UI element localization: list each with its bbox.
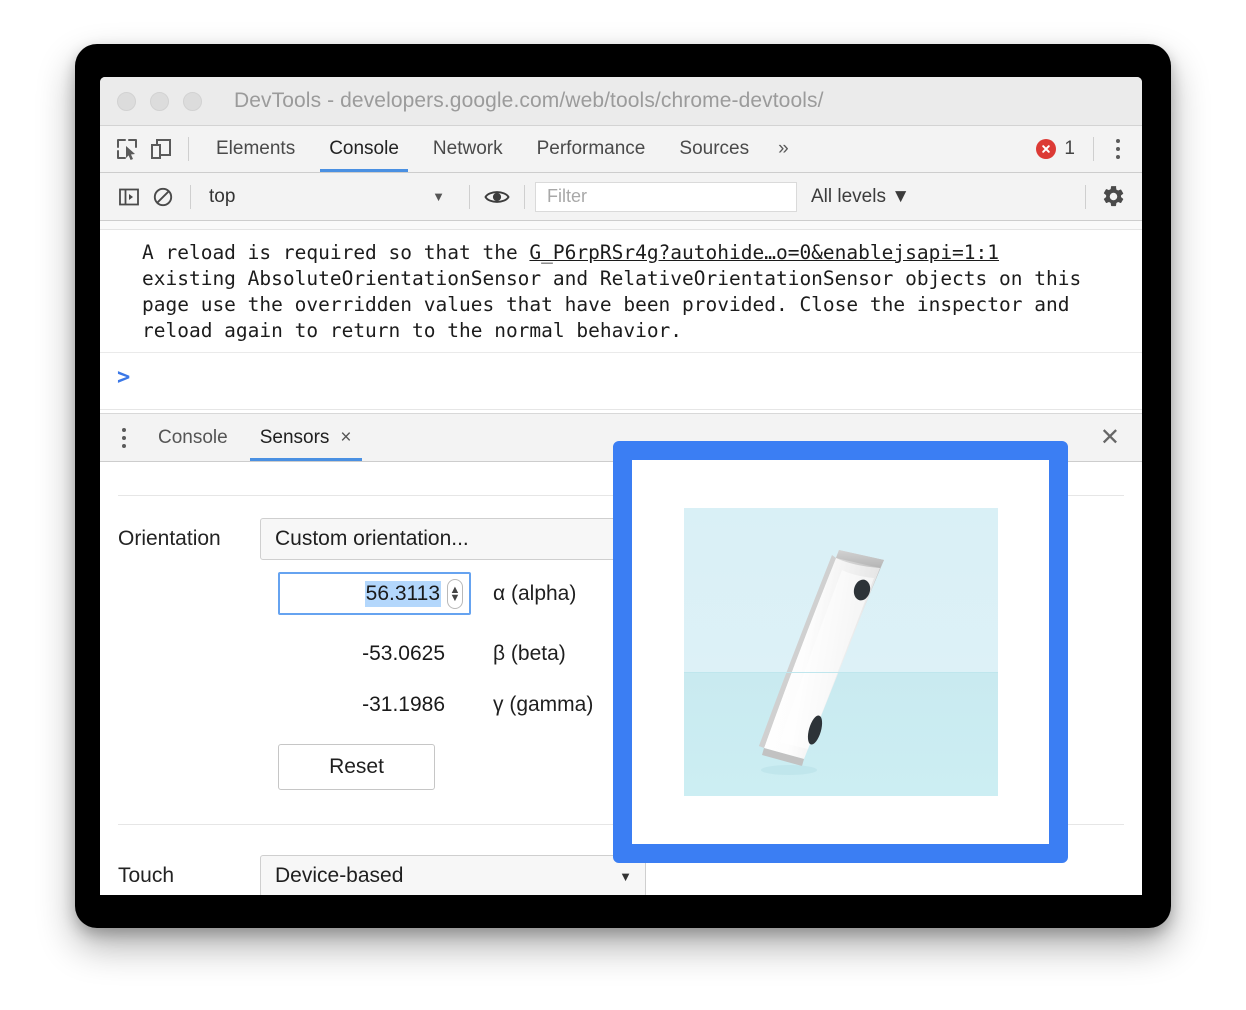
minimize-window-button[interactable] xyxy=(150,91,169,111)
drawer-tab-sensors[interactable]: Sensors × xyxy=(244,414,368,461)
live-expression-icon[interactable] xyxy=(480,180,514,214)
console-toolbar-divider-1 xyxy=(190,184,191,209)
log-level-select[interactable]: All levels ▼ xyxy=(811,186,910,208)
window-title: DevTools - developers.google.com/web/too… xyxy=(234,89,824,112)
more-tabs-button[interactable]: » xyxy=(766,126,801,172)
tab-console-label: Console xyxy=(329,138,399,159)
gamma-label: γ (gamma) xyxy=(493,693,594,716)
drawer-tab-console[interactable]: Console xyxy=(142,414,244,461)
console-toolbar-right xyxy=(1075,180,1142,214)
message-text-before-link: A reload is required so that the xyxy=(142,241,530,264)
console-toolbar-divider-2 xyxy=(469,184,470,209)
touch-label: Touch xyxy=(118,864,175,887)
tab-performance-label: Performance xyxy=(536,138,646,159)
alpha-label: α (alpha) xyxy=(493,581,577,605)
prompt-chevron-icon: > xyxy=(117,365,131,390)
tabstrip-right-group: 1 xyxy=(1036,137,1142,161)
window-titlebar: DevTools - developers.google.com/web/too… xyxy=(100,77,1142,126)
alpha-stepper[interactable]: ▲ ▼ xyxy=(447,578,463,609)
tab-elements[interactable]: Elements xyxy=(199,126,312,172)
console-toolbar: top ▼ Filter All levels ▼ xyxy=(100,173,1142,221)
tab-network-label: Network xyxy=(432,138,503,159)
horizon-line xyxy=(683,672,998,674)
message-source-link[interactable]: G_P6rpRSr4g?autohide…o=0&enablejsapi=1:1 xyxy=(529,241,999,264)
clear-console-icon[interactable] xyxy=(146,180,180,214)
console-toolbar-divider-4 xyxy=(1085,184,1086,209)
tabstrip-divider xyxy=(188,137,189,161)
execution-context-value: top xyxy=(209,185,236,207)
screenshot-root: DevTools - developers.google.com/web/too… xyxy=(0,0,1246,1010)
phone-3d-svg xyxy=(758,550,884,775)
error-circle-icon xyxy=(1036,139,1057,159)
inspect-element-icon[interactable] xyxy=(110,132,144,166)
reset-button[interactable]: Reset xyxy=(278,744,435,790)
error-badge[interactable]: 1 xyxy=(1036,138,1075,160)
orientation-select-value: Custom orientation... xyxy=(275,527,469,550)
tab-elements-label: Elements xyxy=(216,138,296,159)
orientation-label: Orientation xyxy=(118,527,221,550)
filter-placeholder: Filter xyxy=(547,186,587,206)
console-toolbar-divider-3 xyxy=(524,184,525,209)
beta-value[interactable]: -53.0625 xyxy=(278,642,471,666)
tab-network[interactable]: Network xyxy=(416,126,520,172)
drawer-tab-console-label: Console xyxy=(158,426,228,448)
tab-performance[interactable]: Performance xyxy=(520,126,663,172)
device-preview-callout-content xyxy=(613,441,1068,863)
panel-tabs: Elements Console Network Performance Sou… xyxy=(199,126,801,172)
message-text-after-link: existing AbsoluteOrientationSensor and R… xyxy=(142,267,1093,342)
beta-label: β (beta) xyxy=(493,642,566,665)
execution-context-select[interactable]: top ▼ xyxy=(209,186,459,208)
console-warning-message: A reload is required so that the G_P6rpR… xyxy=(100,230,1142,353)
close-drawer-icon[interactable]: ✕ xyxy=(1078,414,1142,461)
device-preview-surface xyxy=(632,460,1049,844)
tab-sources[interactable]: Sources xyxy=(662,126,766,172)
alpha-value: 56.3113 xyxy=(364,580,441,607)
tab-sources-label: Sources xyxy=(679,138,750,159)
scrolled-message-remnant xyxy=(100,221,1142,230)
device-toolbar-icon[interactable] xyxy=(144,132,178,166)
kebab-menu-icon[interactable] xyxy=(1104,139,1134,159)
filter-input[interactable]: Filter xyxy=(535,181,797,212)
chevron-down-icon: ▼ xyxy=(432,189,445,204)
touch-select[interactable]: Device-based ▼ xyxy=(260,855,646,895)
console-sidebar-icon[interactable] xyxy=(112,180,146,214)
error-count: 1 xyxy=(1064,138,1075,159)
gamma-value[interactable]: -31.1986 xyxy=(278,693,471,717)
alpha-input[interactable]: 56.3113 ▲ ▼ xyxy=(278,572,471,615)
drawer-kebab-icon[interactable] xyxy=(100,414,142,461)
gear-icon[interactable] xyxy=(1096,180,1130,214)
console-message-area[interactable]: A reload is required so that the G_P6rpR… xyxy=(100,221,1142,413)
devtools-tabstrip: Elements Console Network Performance Sou… xyxy=(100,126,1142,173)
touch-select-value: Device-based xyxy=(275,864,404,887)
chevron-down-icon: ▼ xyxy=(619,868,632,884)
tab-console[interactable]: Console xyxy=(312,126,416,172)
close-window-button[interactable] xyxy=(117,91,136,111)
phone-3d-model[interactable] xyxy=(683,508,998,796)
drawer-tab-sensors-label: Sensors xyxy=(259,426,330,448)
close-sensors-tab-icon[interactable]: × xyxy=(340,427,351,449)
tabstrip-right-divider xyxy=(1093,137,1094,161)
console-prompt-row[interactable]: > xyxy=(100,353,1142,410)
orientation-select[interactable]: Custom orientation... ▼ xyxy=(260,518,646,560)
maximize-window-button[interactable] xyxy=(183,91,202,111)
traffic-light-group xyxy=(117,91,202,111)
